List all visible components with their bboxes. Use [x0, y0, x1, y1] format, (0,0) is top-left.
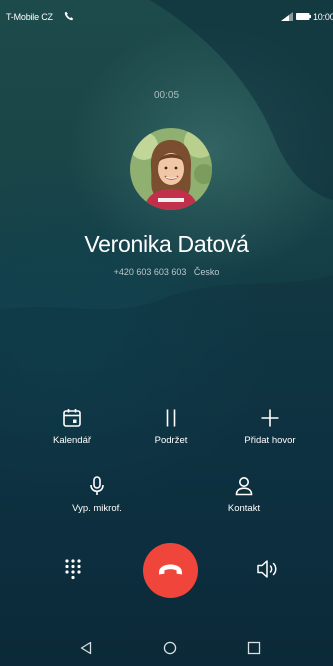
calendar-icon: [63, 409, 81, 427]
speaker-button[interactable]: [254, 556, 282, 582]
back-icon[interactable]: [79, 641, 93, 655]
carrier-name: T-Mobile CZ: [6, 12, 53, 22]
phone-call-icon: [64, 11, 74, 21]
mute-button[interactable]: Vyp. mikrof.: [52, 475, 142, 525]
add-call-label: Přidat hovor: [244, 435, 296, 446]
call-duration: 00:05: [153, 90, 180, 101]
hold-button[interactable]: Podržet: [126, 407, 216, 457]
navigation-bar: [0, 628, 333, 666]
in-call-screen: T-Mobile CZ 10:00 00:05 Veronika Datová …: [0, 0, 333, 666]
speaker-icon: [257, 560, 277, 578]
calendar-label: Kalendář: [52, 435, 92, 446]
mute-label: Vyp. mikrof.: [72, 503, 122, 514]
status-clock: 10:00: [313, 12, 333, 22]
add-call-button[interactable]: Přidat hovor: [225, 407, 315, 457]
contact-avatar: [130, 128, 212, 210]
dialpad-button[interactable]: [60, 556, 86, 582]
contact-name: Veronika Datová: [84, 231, 249, 257]
contact-label: Kontakt: [227, 503, 261, 514]
recent-apps-icon[interactable]: [247, 641, 261, 655]
contact-number-location: +420 603 603 603 Česko: [113, 267, 220, 277]
pause-icon: [166, 409, 176, 427]
end-call-button[interactable]: [143, 543, 198, 598]
microphone-icon: [90, 476, 104, 495]
contact-button[interactable]: Kontakt: [199, 475, 289, 525]
end-call-icon: [159, 564, 182, 575]
signal-icon: [281, 12, 293, 21]
calendar-button[interactable]: Kalendář: [27, 407, 117, 457]
plus-icon: [261, 409, 279, 427]
person-icon: [235, 477, 253, 496]
battery-icon: [296, 13, 311, 20]
status-bar: T-Mobile CZ 10:00: [0, 0, 333, 38]
hold-label: Podržet: [154, 435, 188, 446]
dialpad-icon: [65, 559, 81, 580]
home-icon[interactable]: [163, 641, 177, 655]
